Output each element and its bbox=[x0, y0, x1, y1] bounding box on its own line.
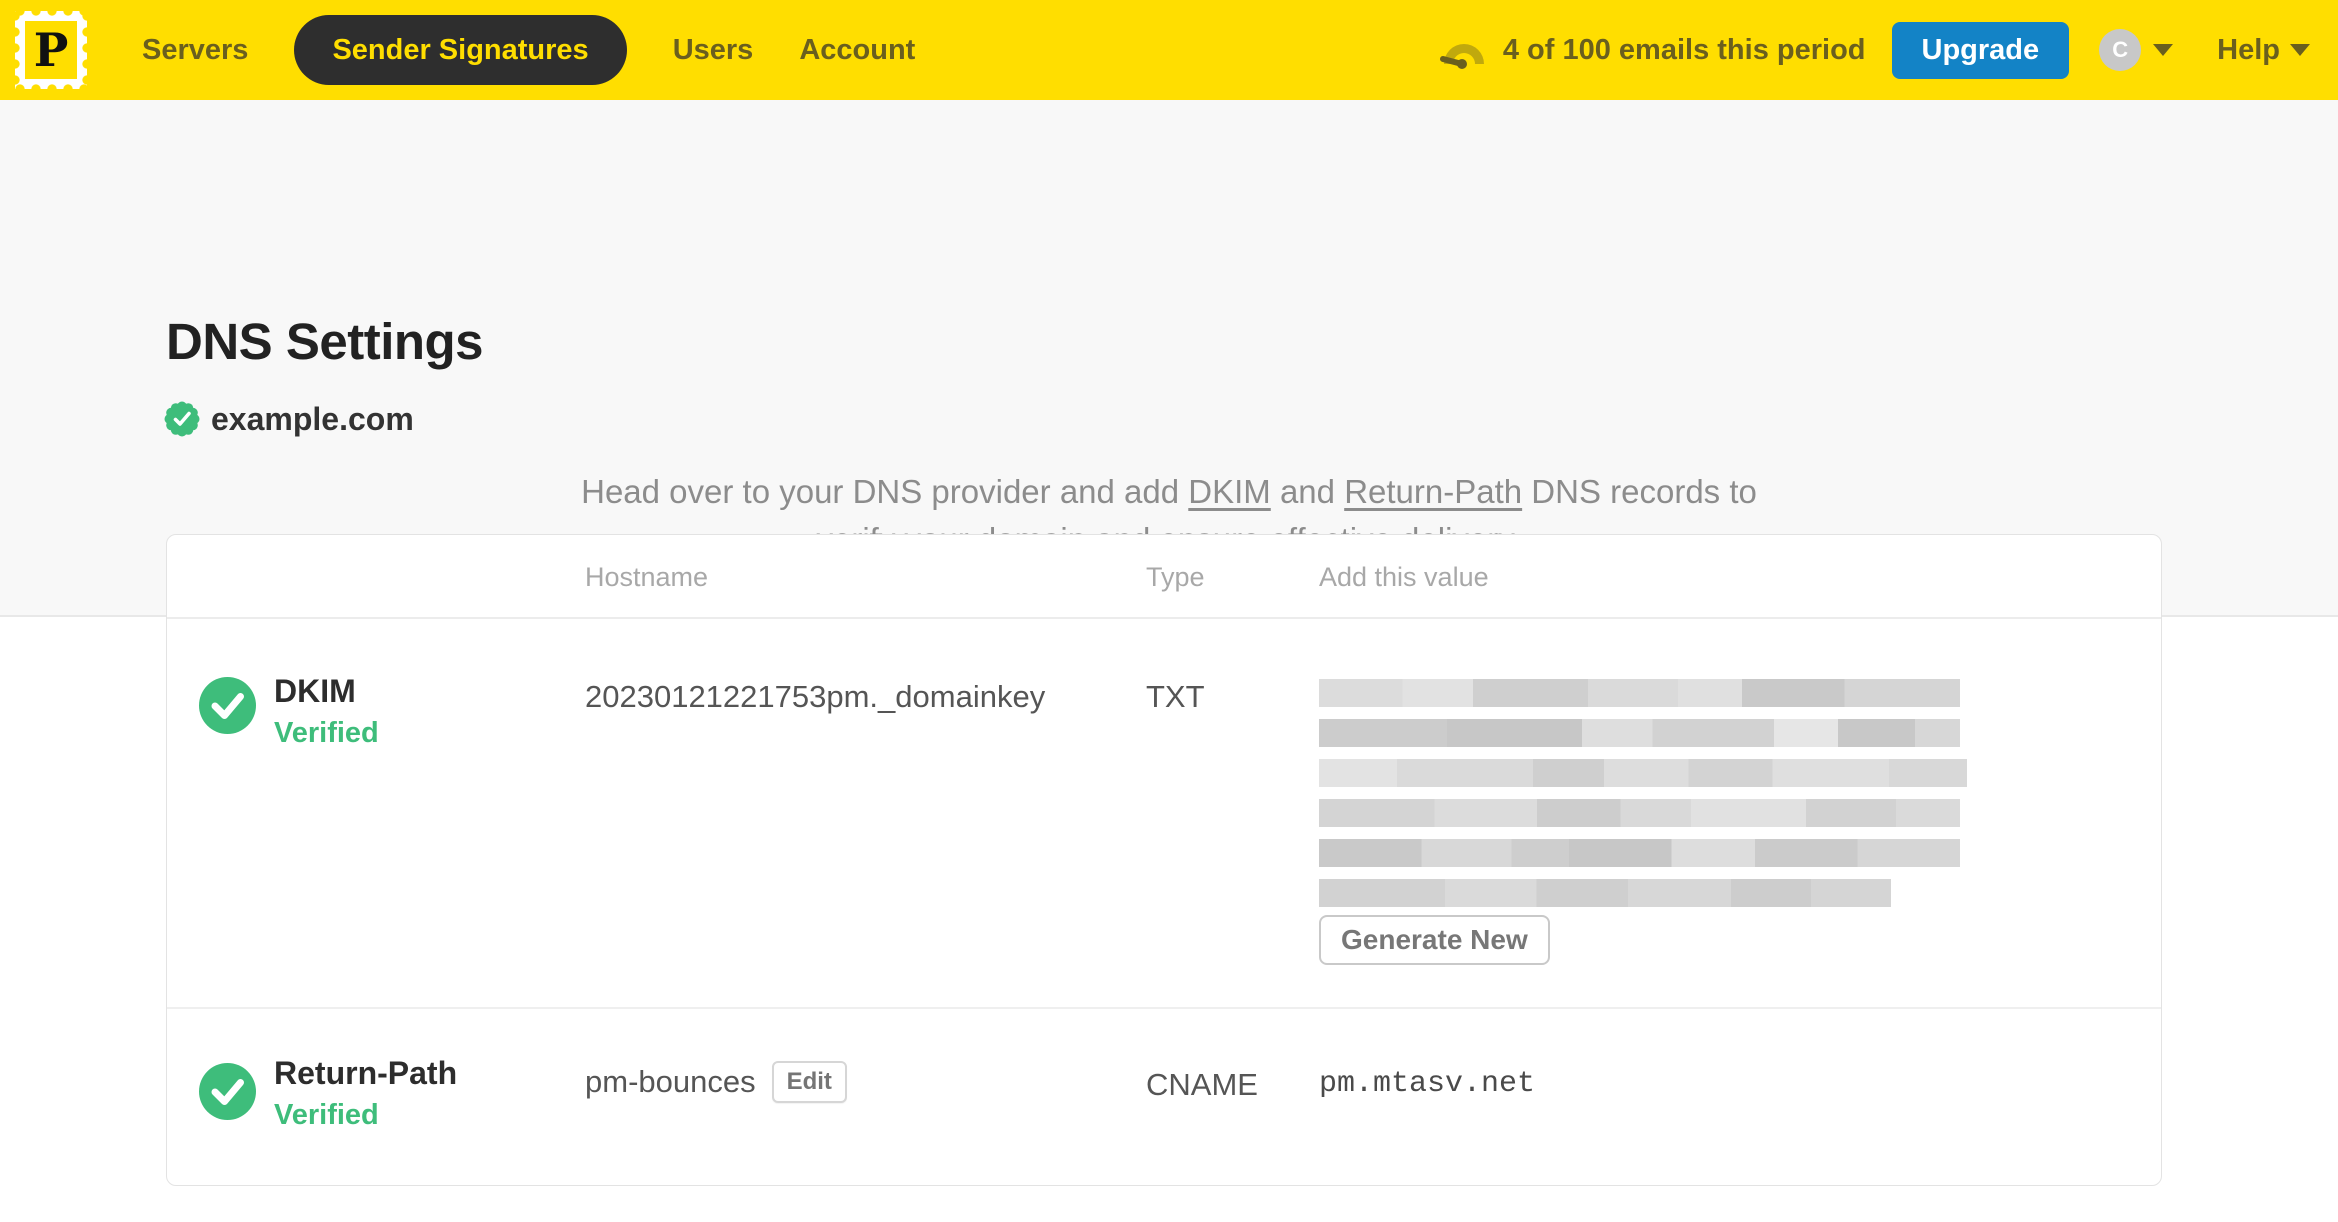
nav-right: 4 of 100 emails this period Upgrade C He… bbox=[1439, 21, 2310, 79]
verified-seal-icon bbox=[164, 401, 200, 437]
page-title: DNS Settings bbox=[166, 313, 484, 370]
main-content: DNS Settings example.com Head over to yo… bbox=[0, 100, 2338, 1222]
table-row-return-path: Return-Path Verified pm-bounces Edit CNA… bbox=[167, 1009, 2161, 1183]
domain-name: example.com bbox=[211, 400, 414, 437]
nav-item-users[interactable]: Users bbox=[673, 34, 754, 67]
chevron-down-icon bbox=[2290, 44, 2310, 56]
app-nav: P Servers Sender Signatures Users Accoun… bbox=[0, 0, 2338, 100]
table-row-dkim: DKIM Verified 20230121221753pm._domainke… bbox=[167, 619, 2161, 1009]
col-header-value: Add this value bbox=[1319, 561, 1489, 592]
record-hostname-group: pm-bounces Edit bbox=[585, 1061, 847, 1103]
usage-text: 4 of 100 emails this period bbox=[1502, 33, 1866, 66]
record-type: TXT bbox=[1146, 679, 1205, 714]
redacted-value-line bbox=[1319, 799, 1960, 827]
table-header: Hostname Type Add this value bbox=[167, 535, 2161, 619]
dkim-link[interactable]: DKIM bbox=[1188, 473, 1271, 510]
check-circle-icon bbox=[199, 1063, 256, 1120]
gauge-icon bbox=[1439, 44, 1484, 69]
intro-part: and bbox=[1270, 473, 1345, 510]
nav-item-account[interactable]: Account bbox=[799, 34, 915, 67]
nav-item-servers[interactable]: Servers bbox=[142, 34, 248, 67]
domain-badge: example.com bbox=[163, 400, 414, 438]
check-circle-icon bbox=[199, 677, 256, 734]
record-type: CNAME bbox=[1146, 1067, 1258, 1102]
generate-new-button[interactable]: Generate New bbox=[1319, 915, 1550, 965]
return-path-link[interactable]: Return-Path bbox=[1344, 473, 1522, 510]
help-menu[interactable]: Help bbox=[2217, 34, 2310, 67]
nav-links: Servers Sender Signatures Users Account bbox=[142, 15, 915, 85]
logo-letter: P bbox=[25, 21, 77, 79]
record-status: Verified bbox=[274, 717, 379, 749]
chevron-down-icon bbox=[2153, 44, 2174, 56]
col-header-hostname: Hostname bbox=[585, 561, 709, 592]
redacted-value-line bbox=[1319, 679, 1960, 707]
record-hostname: 20230121221753pm._domainkey bbox=[585, 679, 1046, 714]
nav-item-sender-signatures[interactable]: Sender Signatures bbox=[294, 15, 627, 85]
record-value: pm.mtasv.net bbox=[1319, 1067, 1536, 1101]
redacted-value-line bbox=[1319, 759, 1967, 787]
record-status: Verified bbox=[274, 1099, 379, 1131]
help-label: Help bbox=[2217, 33, 2280, 66]
dns-records-card: Hostname Type Add this value DKIM Verifi… bbox=[166, 534, 2162, 1186]
record-name: Return-Path bbox=[274, 1055, 458, 1091]
redacted-value-line bbox=[1319, 879, 1891, 907]
intro-part: Head over to your DNS provider and add bbox=[581, 473, 1189, 510]
redacted-value-line bbox=[1319, 719, 1960, 747]
upgrade-button[interactable]: Upgrade bbox=[1891, 21, 2070, 79]
redacted-value-line bbox=[1319, 839, 1960, 867]
usage-meter: 4 of 100 emails this period bbox=[1439, 28, 1866, 72]
intro-part: DNS records to bbox=[1522, 473, 1757, 510]
account-menu[interactable]: C bbox=[2099, 29, 2174, 71]
redacted-value bbox=[1319, 679, 1967, 919]
col-header-type: Type bbox=[1146, 561, 1205, 592]
record-hostname: pm-bounces bbox=[585, 1064, 756, 1099]
avatar: C bbox=[2099, 29, 2142, 71]
avatar-initial: C bbox=[2112, 37, 2129, 62]
edit-button[interactable]: Edit bbox=[771, 1061, 847, 1103]
postmark-logo[interactable]: P bbox=[15, 11, 87, 89]
record-name: DKIM bbox=[274, 673, 356, 709]
